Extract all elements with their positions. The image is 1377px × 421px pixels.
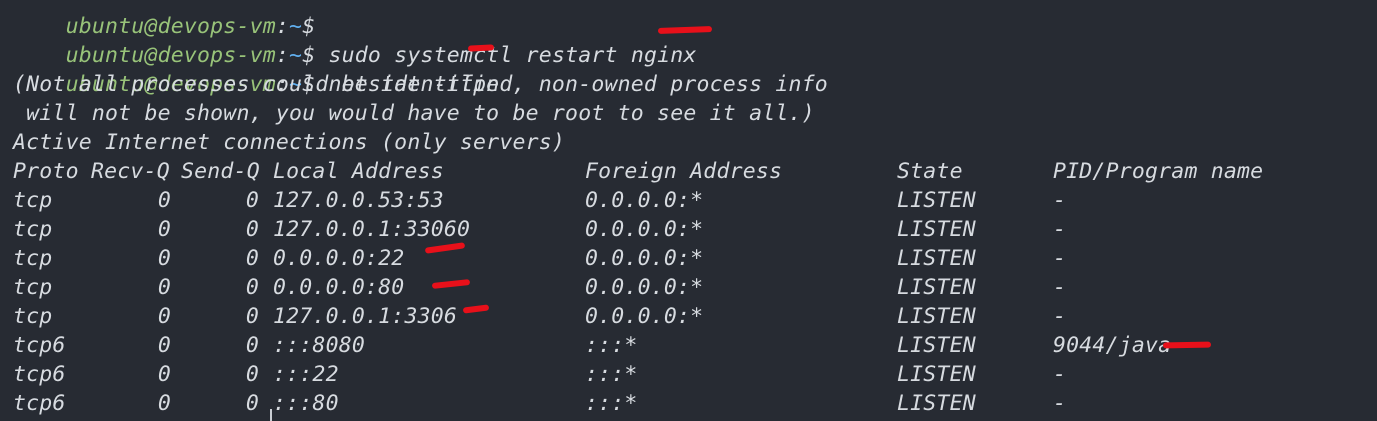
cell-local-address: :::80 xyxy=(273,391,339,416)
table-row: tcp 0 0 0.0.0.0:22 0.0.0.0:* LISTEN - xyxy=(13,244,1313,273)
cell-foreign-address: :::* xyxy=(585,362,638,387)
cell-send-q: 0 xyxy=(245,246,259,271)
output-note-line-1: (Not all processes could be identified, … xyxy=(13,72,828,97)
cell-foreign-address: 0.0.0.0:* xyxy=(585,246,704,271)
cell-proto: tcp xyxy=(13,246,53,271)
cell-pid-program: - xyxy=(1053,391,1067,416)
cell-pid-program: - xyxy=(1053,362,1067,387)
cell-state: LISTEN xyxy=(897,333,976,358)
cell-pid-program: - xyxy=(1053,188,1067,213)
cell-local-address: 127.0.0.1:3306 xyxy=(273,304,458,329)
cell-proto: tcp6 xyxy=(13,362,66,387)
column-header-proto: Proto xyxy=(13,159,79,184)
cell-proto: tcp xyxy=(13,188,53,213)
cell-foreign-address: :::* xyxy=(585,391,638,416)
command-line-netstat: ubuntu@devops-vm:~$ netstat -tlpn xyxy=(13,41,500,97)
cell-foreign-address: 0.0.0.0:* xyxy=(585,275,704,300)
cell-local-address: 127.0.0.53:53 xyxy=(273,188,444,213)
cell-proto: tcp xyxy=(13,275,53,300)
cell-recv-q: 0 xyxy=(157,275,171,300)
cell-state: LISTEN xyxy=(897,391,976,416)
column-header-local-address: Local Address xyxy=(273,159,444,184)
cell-foreign-address: 0.0.0.0:* xyxy=(585,304,704,329)
annotation-mark-restart xyxy=(657,26,713,34)
cell-recv-q: 0 xyxy=(157,362,171,387)
cell-proto: tcp6 xyxy=(13,333,66,358)
table-row: tcp 0 0 127.0.0.1:33060 0.0.0.0:* LISTEN… xyxy=(13,215,1313,244)
cell-send-q: 0 xyxy=(245,362,259,387)
command-line-restart-nginx: ubuntu@devops-vm:~$ sudo systemctl resta… xyxy=(13,12,697,68)
terminal-window[interactable]: ubuntu@devops-vm:~$ ubuntu@devops-vm:~$ … xyxy=(0,0,1377,421)
column-header-send-q: Send-Q xyxy=(181,159,260,184)
column-header-recv-q: Recv-Q xyxy=(91,159,170,184)
table-row: tcp6 0 0 :::80 :::* LISTEN - xyxy=(13,389,1313,418)
cell-pid-program: - xyxy=(1053,246,1067,271)
cell-local-address: 0.0.0.0:22 xyxy=(273,246,405,271)
cell-state: LISTEN xyxy=(897,217,976,242)
cell-local-address: :::22 xyxy=(273,362,339,387)
cell-recv-q: 0 xyxy=(157,217,171,242)
cell-proto: tcp xyxy=(13,217,53,242)
cell-send-q: 0 xyxy=(245,333,259,358)
cell-send-q: 0 xyxy=(245,304,259,329)
table-row: tcp6 0 0 :::8080 :::* LISTEN 9044/java xyxy=(13,331,1313,360)
cell-foreign-address: :::* xyxy=(585,333,638,358)
cell-local-address: 127.0.0.1:33060 xyxy=(273,217,471,242)
cell-state: LISTEN xyxy=(897,362,976,387)
cell-recv-q: 0 xyxy=(157,188,171,213)
annotation-mark-java xyxy=(1162,341,1212,349)
text-cursor xyxy=(270,409,272,421)
table-row: tcp 0 0 127.0.0.53:53 0.0.0.0:* LISTEN - xyxy=(13,186,1313,215)
column-header-state: State xyxy=(897,159,963,184)
cell-recv-q: 0 xyxy=(157,304,171,329)
cell-send-q: 0 xyxy=(245,188,259,213)
table-row: tcp6 0 0 :::22 :::* LISTEN - xyxy=(13,360,1313,389)
cell-send-q: 0 xyxy=(245,217,259,242)
previous-prompt-line: ubuntu@devops-vm:~$ xyxy=(13,0,316,39)
table-header-row: Proto Recv-Q Send-Q Local Address Foreig… xyxy=(13,157,1313,186)
cell-recv-q: 0 xyxy=(157,391,171,416)
output-note-line-2: will not be shown, you would have to be … xyxy=(13,101,815,126)
cell-pid-program: - xyxy=(1053,304,1067,329)
cell-foreign-address: 0.0.0.0:* xyxy=(585,188,704,213)
cell-pid-program: - xyxy=(1053,217,1067,242)
cell-state: LISTEN xyxy=(897,275,976,300)
table-row: tcp 0 0 127.0.0.1:3306 0.0.0.0:* LISTEN … xyxy=(13,302,1313,331)
cell-pid-program: - xyxy=(1053,275,1067,300)
cell-recv-q: 0 xyxy=(157,246,171,271)
cell-send-q: 0 xyxy=(245,275,259,300)
cell-recv-q: 0 xyxy=(157,333,171,358)
cell-local-address: 0.0.0.0:80 xyxy=(273,275,405,300)
cell-pid-program: 9044/java xyxy=(1053,333,1172,358)
table-row: tcp 0 0 0.0.0.0:80 0.0.0.0:* LISTEN - xyxy=(13,273,1313,302)
cell-state: LISTEN xyxy=(897,304,976,329)
cell-state: LISTEN xyxy=(897,246,976,271)
cell-local-address: :::8080 xyxy=(273,333,366,358)
column-header-pid-program: PID/Program name xyxy=(1053,159,1264,184)
cell-proto: tcp xyxy=(13,304,53,329)
cell-foreign-address: 0.0.0.0:* xyxy=(585,217,704,242)
cell-state: LISTEN xyxy=(897,188,976,213)
column-header-foreign-address: Foreign Address xyxy=(585,159,783,184)
cell-send-q: 0 xyxy=(245,391,259,416)
output-heading: Active Internet connections (only server… xyxy=(13,130,566,155)
cell-proto: tcp6 xyxy=(13,391,66,416)
